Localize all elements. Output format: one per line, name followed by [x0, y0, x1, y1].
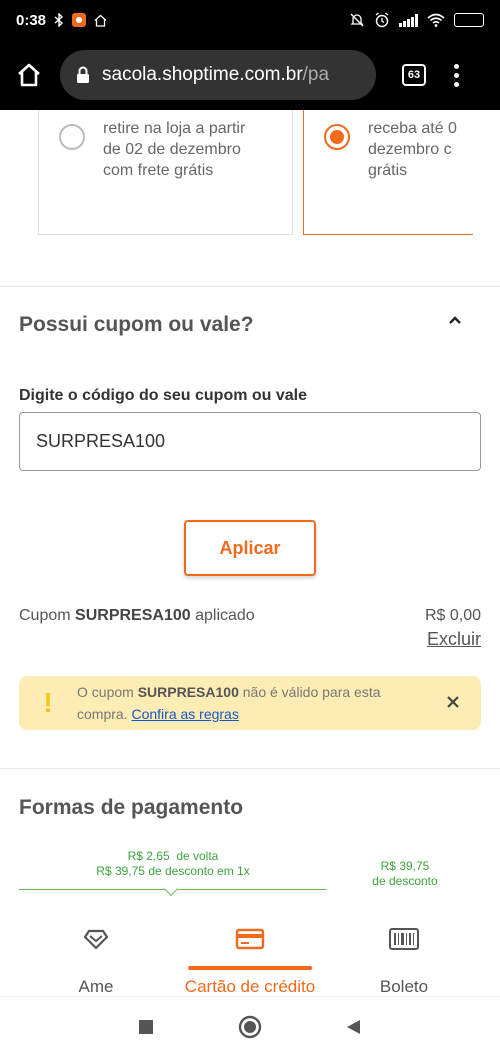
promo-pointer	[163, 881, 179, 897]
pickup-description: retire na loja a partir de 02 de dezembr…	[103, 120, 246, 179]
tab-boleto-label: Boleto	[379, 977, 429, 996]
boleto-promo-label: de desconto	[372, 874, 438, 888]
ame-heart-icon	[81, 924, 111, 954]
coupon-section-title: Possui cupom ou vale?	[19, 313, 254, 336]
url-host: sacola.shoptime.com.br	[102, 64, 303, 85]
coupon-code-input[interactable]	[19, 412, 481, 471]
coupon-rules-link[interactable]: Confira as regras	[131, 706, 238, 722]
alert-message: O cupom SURPRESA100 não é válido para es…	[77, 681, 417, 725]
home-button-icon[interactable]	[238, 1015, 262, 1039]
lock-icon	[76, 66, 90, 84]
recent-apps-icon[interactable]	[134, 1015, 158, 1039]
house-icon	[94, 14, 107, 27]
browser-toolbar: sacola.shoptime.com.br/pa 63	[0, 40, 500, 110]
applied-prefix: Cupom	[19, 607, 76, 624]
barcode-icon	[389, 924, 419, 954]
delivery-option-pickup[interactable]: retire na loja a partir de 02 de dezembr…	[38, 110, 293, 235]
close-icon[interactable]	[443, 692, 463, 712]
system-navigation-bar	[0, 996, 500, 1056]
alert-coupon-code: SURPRESA100	[137, 684, 239, 700]
tab-boleto[interactable]: Boleto	[354, 920, 454, 998]
more-options-icon[interactable]	[454, 63, 459, 87]
battery-level: 68	[472, 15, 483, 25]
tab-ame-label: Ame	[78, 977, 114, 996]
tab-credit-card[interactable]: Cartão de crédito	[180, 920, 320, 998]
applied-suffix: aplicado	[190, 607, 255, 624]
battery-icon: 68	[454, 13, 484, 27]
clock: 0:38	[16, 11, 47, 29]
url-path: /pa	[302, 64, 330, 85]
payment-section-title: Formas de pagamento	[19, 796, 244, 819]
ame-promo-discount: R$ 39,75 de desconto em 1x	[96, 864, 250, 878]
bell-off-icon	[349, 12, 365, 28]
coupon-input-label: Digite o código do seu cupom ou vale	[19, 387, 308, 404]
apply-coupon-button[interactable]: Aplicar	[184, 520, 316, 576]
alert-prefix: O cupom	[77, 684, 138, 700]
app-notification-icon	[72, 13, 87, 27]
signal-icon	[399, 13, 418, 27]
delivery-option-shipping[interactable]: receba até 0 dezembro c grátis	[303, 110, 473, 235]
section-divider	[0, 286, 500, 287]
coupon-invalid-alert: ! O cupom SURPRESA100 não é válido para …	[19, 676, 481, 730]
ame-promo-cashback: R$ 2,65 de volta	[127, 849, 219, 863]
wifi-icon	[427, 13, 445, 27]
shipping-radio[interactable]	[324, 124, 350, 150]
boleto-promo: R$ 39,75 de desconto	[350, 859, 460, 889]
active-tab-indicator	[188, 966, 312, 970]
chevron-up-icon[interactable]	[444, 309, 466, 331]
applied-coupon-row: Cupom SURPRESA100 aplicado R$ 0,00 Exclu…	[19, 607, 481, 649]
section-divider	[0, 768, 500, 769]
ame-promo: R$ 2,65 de volta R$ 39,75 de desconto em…	[19, 849, 327, 879]
tab-switcher-button[interactable]: 63	[402, 64, 426, 86]
bluetooth-icon	[54, 13, 64, 27]
exclamation-icon: !	[43, 687, 53, 718]
boleto-promo-value: R$ 39,75	[380, 859, 430, 873]
coupon-discount-value: R$ 0,00	[424, 607, 481, 624]
remove-coupon-link[interactable]: Excluir	[427, 629, 481, 650]
applied-coupon-code: SURPRESA100	[75, 607, 191, 624]
status-bar: 0:38 68	[0, 0, 500, 40]
pickup-radio[interactable]	[59, 124, 85, 150]
alarm-icon	[374, 12, 390, 28]
shipping-description: receba até 0 dezembro c grátis	[368, 120, 457, 179]
home-icon[interactable]	[14, 60, 44, 90]
back-icon[interactable]	[342, 1015, 366, 1039]
credit-card-icon	[235, 924, 265, 954]
tab-credit-card-label: Cartão de crédito	[184, 977, 316, 996]
tab-ame[interactable]: Ame	[46, 920, 146, 998]
address-bar[interactable]: sacola.shoptime.com.br/pa	[60, 50, 376, 100]
